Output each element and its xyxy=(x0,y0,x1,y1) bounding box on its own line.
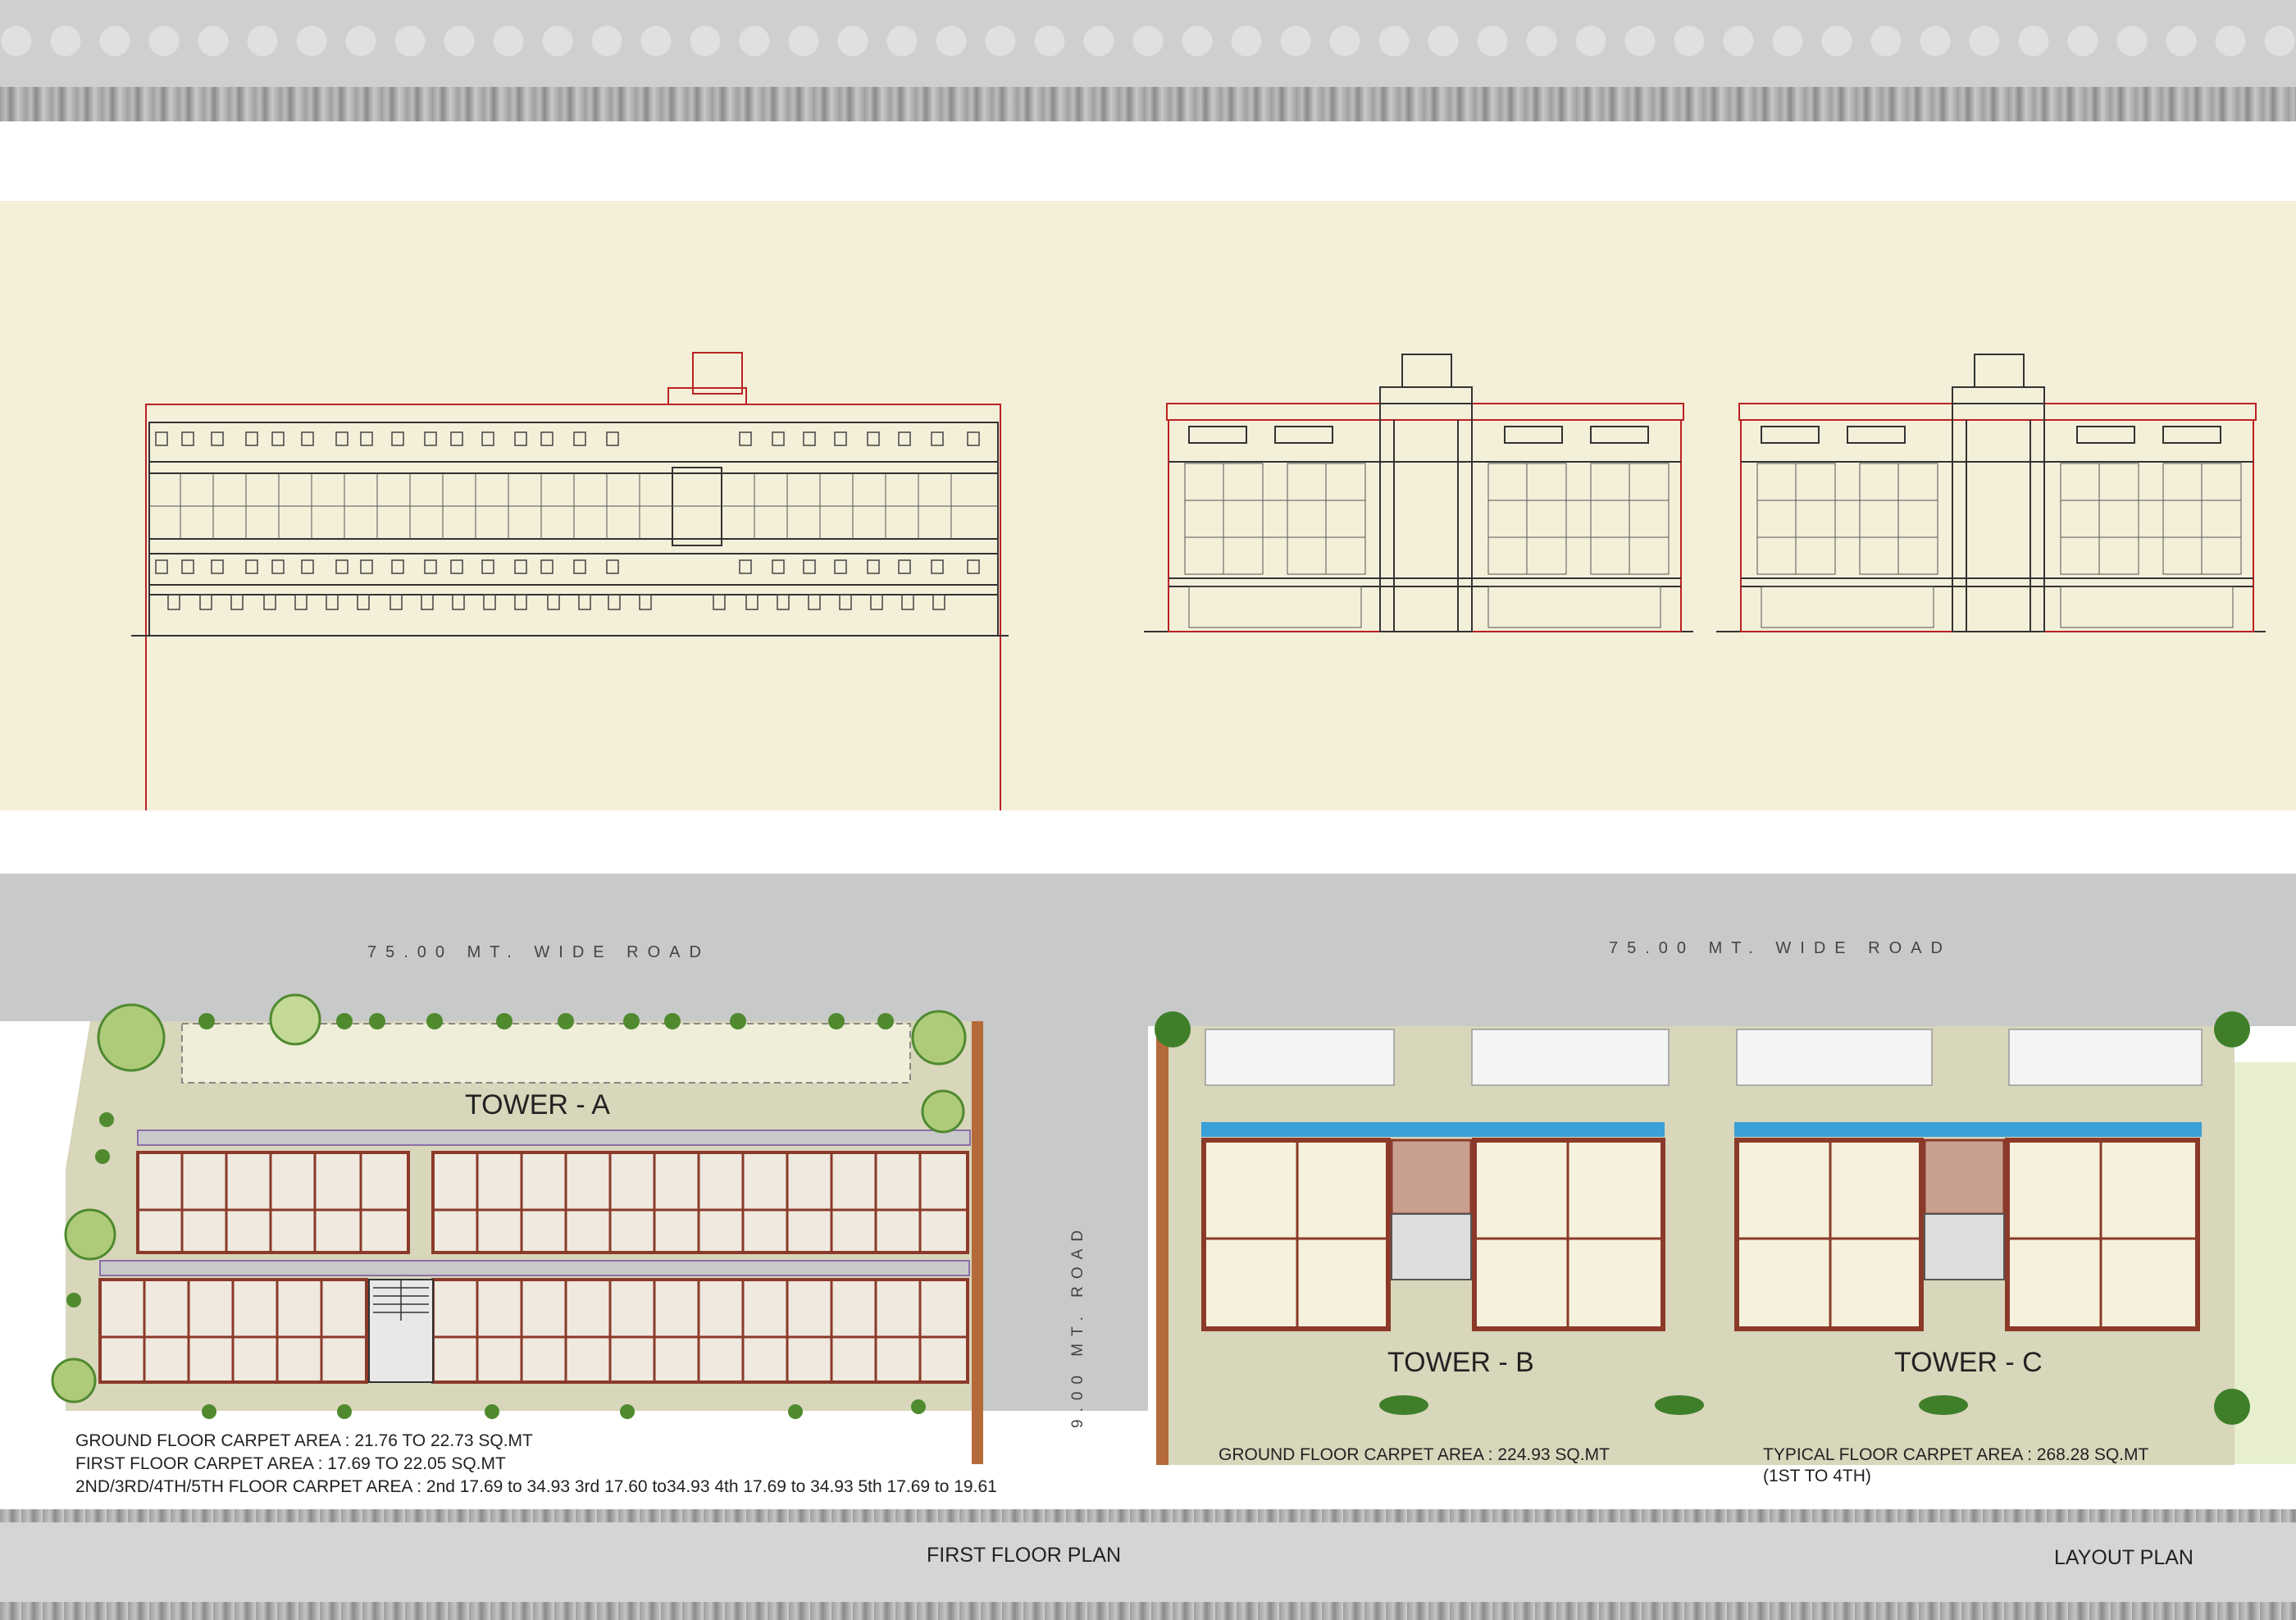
plan-a-site xyxy=(0,874,1148,1464)
site-plans xyxy=(0,874,2296,1465)
layout-plan-caption: LAYOUT PLAN xyxy=(2054,1546,2194,1569)
first-floor-plan-caption: FIRST FLOOR PLAN xyxy=(927,1544,1122,1567)
plan-a-road-label: 75.00 MT. WIDE ROAD xyxy=(367,943,710,961)
typical-floor-area-bc: TYPICAL FLOOR CARPET AREA : 268.28 SQ.MT xyxy=(1763,1445,2149,1464)
plan-bc-road-label: 75.00 MT. WIDE ROAD xyxy=(1609,939,1952,957)
stone-texture-strip-bottom xyxy=(0,1602,2296,1620)
tower-b-label: TOWER - B xyxy=(1387,1347,1534,1378)
elevations-panel xyxy=(0,201,2296,810)
first-floor-area-a: FIRST FLOOR CARPET AREA : 17.69 TO 22.05… xyxy=(75,1454,506,1473)
ground-floor-area-a: GROUND FLOOR CARPET AREA : 21.76 TO 22.7… xyxy=(75,1431,533,1450)
side-road-label: 9.00 MT. ROAD xyxy=(1069,1222,1086,1428)
plans-area: 75.00 MT. WIDE ROAD 75.00 MT. WIDE ROAD … xyxy=(0,874,2296,1513)
stone-texture-strip-top xyxy=(0,1509,2296,1522)
tower-a-label: TOWER - A xyxy=(465,1089,610,1120)
tower-b-elevation xyxy=(1144,354,1693,632)
tower-a-elevation xyxy=(131,352,1009,810)
ornament-pattern xyxy=(0,0,2296,82)
tower-c-elevation xyxy=(1716,354,2266,632)
ground-floor-area-bc: GROUND FLOOR CARPET AREA : 224.93 SQ.MT xyxy=(1219,1445,1610,1464)
upper-floor-area-a: 2ND/3RD/4TH/5TH FLOOR CARPET AREA : 2nd … xyxy=(75,1477,997,1496)
top-decorative-band xyxy=(0,0,2296,121)
bottom-decorative-band: FIRST FLOOR PLAN LAYOUT PLAN xyxy=(0,1509,2296,1620)
elevation-drawings xyxy=(131,352,2266,810)
plan-bc-site xyxy=(1148,874,2296,1465)
tower-c-label: TOWER - C xyxy=(1894,1347,2043,1378)
typical-floor-range: (1ST TO 4TH) xyxy=(1763,1467,1871,1485)
stone-texture-strip xyxy=(0,87,2296,121)
